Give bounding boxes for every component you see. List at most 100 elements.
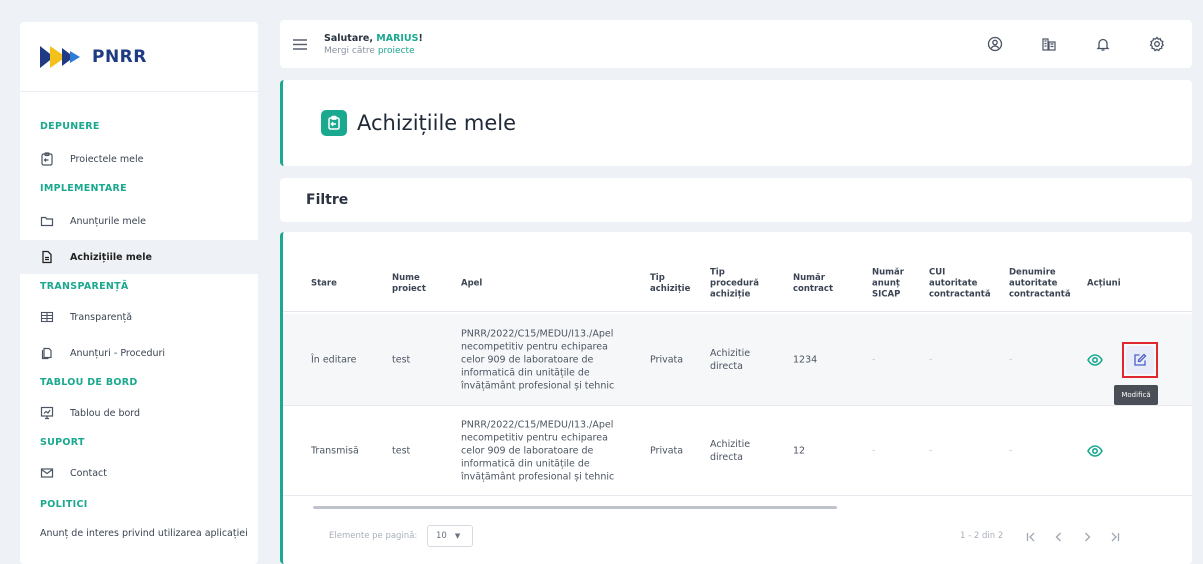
- col-stare[interactable]: Stare: [311, 278, 337, 289]
- sidebar-item-proiectele-mele[interactable]: Proiectele mele: [20, 142, 258, 176]
- prev-page-icon[interactable]: [1048, 526, 1070, 548]
- sidebar-item-label: Achizițiile mele: [70, 251, 152, 263]
- filters-panel[interactable]: Filtre: [280, 178, 1192, 222]
- col-apel[interactable]: Apel: [461, 278, 482, 289]
- sidebar-item-contact[interactable]: Contact: [20, 456, 258, 490]
- greeting-subline: Mergi către proiecte: [324, 46, 423, 56]
- sidebar: PNRR DEPUNERE Proiectele mele IMPLEMENTA…: [20, 22, 258, 564]
- greeting-prefix: Salutare,: [324, 32, 373, 44]
- edit-button[interactable]: [1122, 341, 1158, 378]
- clipboard-arrow-icon: [321, 110, 347, 136]
- top-icons: [968, 24, 1184, 64]
- per-page-label: Elemente pe pagină:: [329, 531, 418, 541]
- cell-stare: În editare: [311, 354, 357, 365]
- cell-numar-anunt: -: [872, 445, 876, 456]
- per-page-select[interactable]: 10 ▼: [427, 525, 473, 547]
- cell-apel: PNRR/2022/C15/MEDU/I13./Apel necompetiti…: [461, 419, 615, 482]
- sidebar-item-label: Transparență: [70, 311, 133, 323]
- top-bar: Salutare, MARIUS! Mergi către proiecte: [280, 20, 1192, 68]
- sidebar-item-transparenta[interactable]: Transparență: [20, 300, 258, 334]
- table-icon: [40, 310, 54, 324]
- col-tip-procedura[interactable]: Tip procedură achiziție: [710, 267, 764, 300]
- bell-icon[interactable]: [1076, 24, 1130, 64]
- col-actiuni: Acțiuni: [1087, 278, 1121, 288]
- col-numar-anunt[interactable]: Număr anunț SICAP: [872, 267, 912, 300]
- sidebar-item-achizitiile-mele[interactable]: Achizițiile mele: [20, 240, 258, 274]
- sidebar-item-label: Anunțurile mele: [70, 215, 146, 227]
- cell-stare: Transmisă: [311, 445, 359, 456]
- view-eye-icon[interactable]: [1087, 352, 1103, 368]
- cell-numar-anunt: -: [872, 354, 876, 365]
- cell-numar-contract: 1234: [793, 354, 818, 365]
- col-tip-achizitie[interactable]: Tip achiziție: [650, 273, 694, 295]
- cell-cui: -: [929, 354, 933, 365]
- col-cui[interactable]: CUI autoritate contractantă: [929, 267, 995, 300]
- logo[interactable]: PNRR: [20, 22, 258, 92]
- cell-denumire: -: [1009, 354, 1013, 365]
- clipboard-icon: [40, 152, 54, 166]
- sidebar-item-label: Tablou de bord: [70, 407, 141, 419]
- sidebar-item-anunt-interes[interactable]: Anunț de interes privind utilizarea apli…: [20, 520, 258, 546]
- nav-section-tablou-de-bord: TABLOU DE BORD: [40, 376, 138, 388]
- cell-nume-proiect: test: [392, 445, 411, 456]
- greeting-suffix: !: [418, 32, 423, 44]
- sidebar-item-label: Contact: [70, 467, 107, 479]
- greeting-sub-prefix: Mergi către: [324, 45, 375, 56]
- filters-title: Filtre: [306, 192, 349, 208]
- edit-tooltip: Modifică: [1114, 385, 1158, 405]
- last-page-icon[interactable]: [1104, 526, 1126, 548]
- building-icon[interactable]: [1022, 24, 1076, 64]
- folder-icon: [40, 214, 54, 228]
- view-eye-icon[interactable]: [1087, 443, 1103, 459]
- cell-cui: -: [929, 445, 933, 456]
- table-header: Stare Nume proiect Apel Tip achiziție Ti…: [283, 256, 1192, 312]
- sidebar-item-anunturi-proceduri[interactable]: Anunțuri - Proceduri: [20, 336, 258, 370]
- acquisitions-table: Stare Nume proiect Apel Tip achiziție Ti…: [280, 232, 1192, 564]
- sidebar-item-anunturile-mele[interactable]: Anunțurile mele: [20, 204, 258, 238]
- cell-denumire: -: [1009, 445, 1013, 456]
- edit-button-inner: [1126, 345, 1154, 374]
- brand-name: PNRR: [92, 46, 147, 67]
- col-nume-proiect[interactable]: Nume proiect: [392, 273, 436, 295]
- hamburger-menu-icon[interactable]: [290, 36, 310, 52]
- nav-section-transparenta: TRANSPARENȚĂ: [40, 280, 129, 292]
- projects-link[interactable]: proiecte: [378, 46, 415, 56]
- page-header: Achizițiile mele: [280, 80, 1192, 166]
- chevron-down-icon: ▼: [454, 532, 461, 540]
- file-stack-icon: [40, 346, 54, 360]
- cell-tip-procedura: Achizitie directa: [710, 438, 751, 463]
- nav-section-implementare: IMPLEMENTARE: [40, 182, 127, 194]
- sidebar-item-label: Anunțuri - Proceduri: [70, 347, 166, 359]
- col-denumire[interactable]: Denumire autoritate contractantă: [1009, 267, 1075, 300]
- cell-tip-achizitie: Privata: [650, 354, 684, 365]
- user-circle-icon[interactable]: [968, 24, 1022, 64]
- dashboard-icon: [40, 406, 54, 420]
- edit-pencil-icon: [1134, 353, 1147, 366]
- mail-icon: [40, 466, 54, 480]
- nav-section-suport: SUPORT: [40, 436, 85, 448]
- sidebar-item-label: Proiectele mele: [70, 153, 144, 165]
- nav-section-depunere: DEPUNERE: [40, 120, 100, 132]
- page-title: Achizițiile mele: [357, 111, 517, 135]
- horizontal-scrollbar[interactable]: [313, 506, 837, 509]
- first-page-icon[interactable]: [1020, 526, 1042, 548]
- next-page-icon[interactable]: [1076, 526, 1098, 548]
- user-name: MARIUS: [376, 32, 419, 44]
- col-numar-contract[interactable]: Număr contract: [793, 273, 837, 295]
- cell-apel: PNRR/2022/C15/MEDU/I13./Apel necompetiti…: [461, 328, 615, 391]
- nav-section-politici: POLITICI: [40, 498, 88, 510]
- document-icon: [40, 250, 54, 264]
- pagination: Elemente pe pagină: 10 ▼ 1 - 2 din 2: [283, 522, 1192, 552]
- greeting: Salutare, MARIUS! Mergi către proiecte: [324, 33, 423, 56]
- cell-tip-procedura: Achizitie directa: [710, 347, 751, 372]
- page-range: 1 - 2 din 2: [960, 531, 1004, 541]
- cell-nume-proiect: test: [392, 354, 411, 365]
- per-page-value: 10: [436, 531, 447, 541]
- sidebar-item-tablou-de-bord[interactable]: Tablou de bord: [20, 396, 258, 430]
- cell-numar-contract: 12: [793, 445, 806, 456]
- table-row: În editare test PNRR/2022/C15/MEDU/I13./…: [283, 314, 1192, 406]
- pnrr-logo-icon: [40, 45, 80, 68]
- greeting-line: Salutare, MARIUS!: [324, 33, 423, 44]
- table-row: Transmisă test PNRR/2022/C15/MEDU/I13./A…: [283, 406, 1192, 496]
- settings-icon[interactable]: [1130, 24, 1184, 64]
